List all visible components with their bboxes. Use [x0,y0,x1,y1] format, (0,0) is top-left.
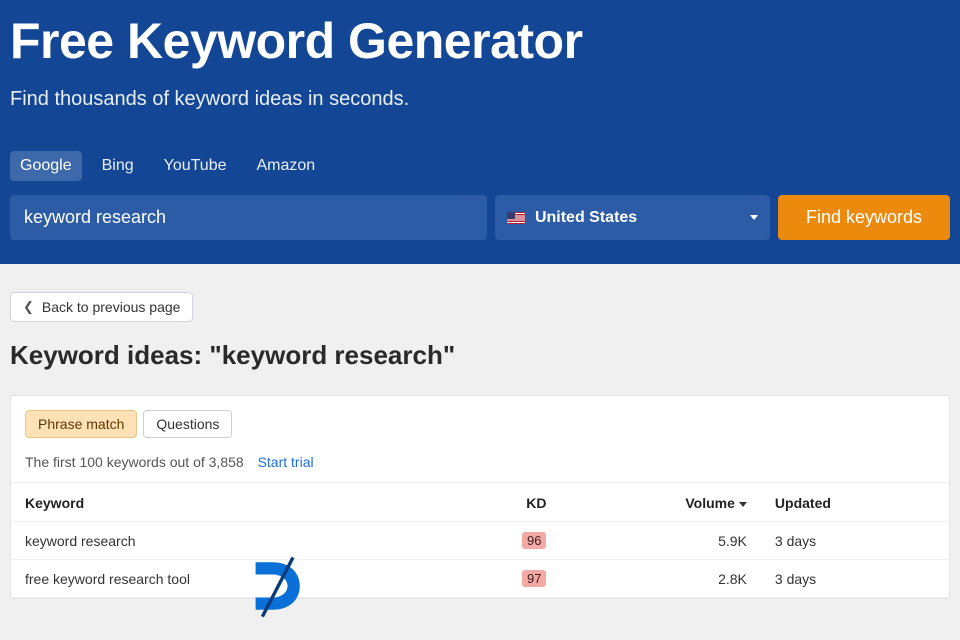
cell-kd: 96 [443,522,560,560]
table-row[interactable]: free keyword research tool 97 2.8K 3 day… [11,560,949,598]
engine-tabs: Google Bing YouTube Amazon [10,151,950,181]
kd-badge: 96 [522,532,546,549]
col-kd[interactable]: KD [443,483,560,522]
chevron-down-icon [750,215,758,220]
engine-tab-bing[interactable]: Bing [92,151,144,181]
results-info: The first 100 keywords out of 3,858 Star… [25,454,935,470]
chevron-left-icon: ❮ [23,299,34,315]
cell-volume: 2.8K [560,560,760,598]
back-button[interactable]: ❮ Back to previous page [10,292,193,322]
col-volume[interactable]: Volume [560,483,760,522]
kd-badge: 97 [522,570,546,587]
col-updated[interactable]: Updated [761,483,949,522]
col-volume-label: Volume [685,495,735,511]
page-subtitle: Find thousands of keyword ideas in secon… [10,88,950,111]
engine-tab-youtube[interactable]: YouTube [154,151,237,181]
find-keywords-button[interactable]: Find keywords [778,195,950,240]
cell-keyword: free keyword research tool [11,560,443,598]
results-area: ❮ Back to previous page Keyword ideas: "… [0,264,960,599]
engine-tab-google[interactable]: Google [10,151,82,181]
start-trial-link[interactable]: Start trial [258,454,314,470]
results-card: Phrase match Questions The first 100 key… [10,395,950,599]
cell-updated: 3 days [761,560,949,598]
back-label: Back to previous page [42,299,181,315]
cell-kd: 97 [443,560,560,598]
search-row: United States Find keywords [10,195,950,240]
result-tabs: Phrase match Questions [25,410,935,438]
tab-questions[interactable]: Questions [143,410,232,438]
country-select[interactable]: United States [495,195,770,240]
keyword-input[interactable] [10,195,487,240]
table-row[interactable]: keyword research 96 5.9K 3 days [11,522,949,560]
keywords-table: Keyword KD Volume Updated keyword resear… [11,482,949,598]
results-count-text: The first 100 keywords out of 3,858 [25,454,244,470]
page-title: Free Keyword Generator [10,0,950,70]
cell-updated: 3 days [761,522,949,560]
tab-phrase-match[interactable]: Phrase match [25,410,137,438]
col-keyword[interactable]: Keyword [11,483,443,522]
hero: Free Keyword Generator Find thousands of… [0,0,960,264]
results-heading: Keyword ideas: "keyword research" [10,340,950,371]
country-label: United States [535,209,750,227]
engine-tab-amazon[interactable]: Amazon [247,151,326,181]
sort-desc-icon [739,502,747,507]
cell-volume: 5.9K [560,522,760,560]
cell-keyword: keyword research [11,522,443,560]
us-flag-icon [507,212,525,224]
